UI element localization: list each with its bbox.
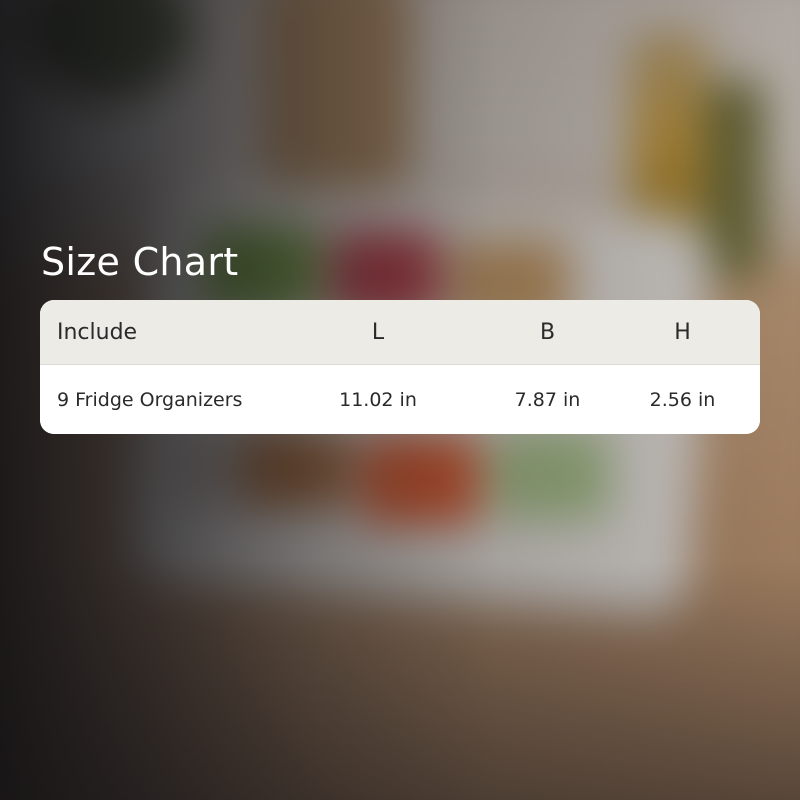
size-table: Include L B H 9 Fridge Organizers 11.02 … [40,300,760,434]
header-length: L [371,319,385,345]
header-height: H [674,319,691,345]
page-title: Size Chart [41,240,239,284]
cell-item-name: 9 Fridge Organizers [57,388,243,411]
bottom-shade [0,560,800,800]
table-header-row: Include L B H [40,300,760,365]
cell-length: 11.02 in [339,388,417,411]
cell-breadth: 7.87 in [514,388,581,411]
cell-height: 2.56 in [649,388,716,411]
table-row: 9 Fridge Organizers 11.02 in 7.87 in 2.5… [40,365,760,434]
header-breadth: B [539,319,556,345]
header-include: Include [57,319,138,345]
